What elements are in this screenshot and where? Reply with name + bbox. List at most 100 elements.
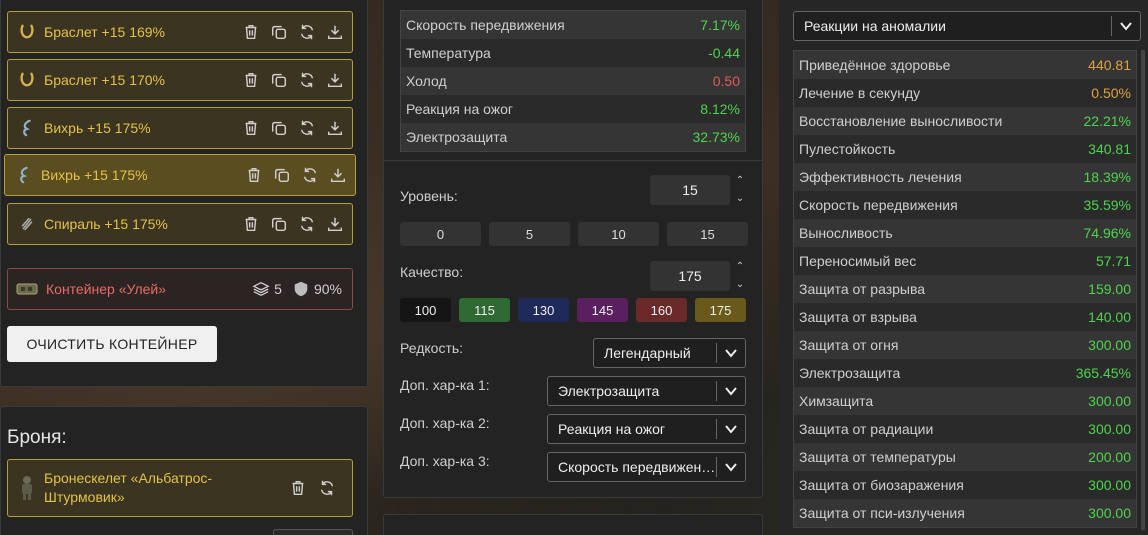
summary-value: 140.00 [1088,309,1131,325]
artifact-item[interactable]: Вихрь +15 175% [4,154,356,196]
armor-extra-input[interactable] [273,529,353,535]
quality-stepper[interactable]: ⌃ ⌄ [734,261,746,291]
level-label: Уровень: [400,188,458,204]
refresh-icon[interactable] [297,215,316,234]
refresh-icon[interactable] [297,23,316,42]
summary-stats-table: Приведённое здоровье 440.81 Лечение в секу… [793,50,1137,528]
summary-label: Переносимый вес [799,253,917,269]
rarity-select[interactable]: Легендарный [593,338,746,368]
summary-row: Лечение в секунду 0.50% [794,79,1136,107]
extra3-value: Скорость передвижения [558,459,716,475]
summary-label: Лечение в секунду [799,85,921,101]
copy-icon[interactable] [269,71,288,90]
chevron-down-icon [1112,19,1140,33]
level-stepper[interactable]: ⌃ ⌄ [734,175,746,205]
summary-row: Защита от биозаражения 300.00 [794,471,1136,499]
artifact-item[interactable]: Браслет +15 169% [7,11,353,53]
level-preset-button[interactable]: 15 [667,222,748,246]
trash-icon[interactable] [241,119,260,138]
refresh-icon[interactable] [317,479,336,498]
quality-preset-button[interactable]: 100 [400,298,451,322]
copy-icon[interactable] [269,215,288,234]
category-value: Реакции на аномалии [804,18,946,34]
trash-icon[interactable] [241,23,260,42]
download-icon[interactable] [328,166,347,185]
artifact-item[interactable]: Браслет +15 170% [7,59,353,101]
summary-value: 300.00 [1088,393,1131,409]
level-preset-button[interactable]: 5 [489,222,570,246]
artifact-item[interactable]: Вихрь +15 175% [7,107,353,149]
quality-preset-button[interactable]: 175 [695,298,746,322]
shield-icon [292,280,310,298]
quality-preset-button[interactable]: 145 [577,298,628,322]
level-preset-button[interactable]: 10 [578,222,659,246]
summary-row: Защита от разрыва 159.00 [794,275,1136,303]
rarity-label: Редкость: [400,340,464,356]
summary-row: Выносливость 74.96% [794,219,1136,247]
refresh-icon[interactable] [300,166,319,185]
copy-icon[interactable] [269,23,288,42]
refresh-icon[interactable] [297,119,316,138]
stat-label: Электрозащита [406,129,508,145]
download-icon[interactable] [325,23,344,42]
quality-input[interactable]: 175 [650,261,730,291]
artifact-actions [241,215,344,234]
extra2-select[interactable]: Реакция на ожог [547,414,746,444]
stat-value: 8.12% [700,101,740,117]
scrollbar[interactable] [1141,50,1145,530]
summary-label: Защита от взрыва [799,309,917,325]
chevron-up-icon[interactable]: ⌃ [736,175,744,187]
armor-item[interactable]: Бронескелет «Альбатрос-Штурмовик» [7,459,353,517]
chevron-up-icon[interactable]: ⌃ [736,261,744,273]
summary-row: Защита от огня 300.00 [794,331,1136,359]
summary-value: 159.00 [1088,281,1131,297]
divider [384,160,762,161]
level-input[interactable]: 15 [650,175,730,205]
summary-label: Защита от биозаражения [799,477,964,493]
summary-row: Скорость передвижения 35.59% [794,191,1136,219]
category-select[interactable]: Реакции на аномалии [793,11,1141,41]
download-icon[interactable] [325,71,344,90]
summary-row: Защита от взрыва 140.00 [794,303,1136,331]
clear-container-button[interactable]: ОЧИСТИТЬ КОНТЕЙНЕР [7,326,217,362]
summary-row: Эффективность лечения 18.39% [794,163,1136,191]
quality-preset-button[interactable]: 130 [518,298,569,322]
chevron-down-icon [717,422,745,436]
summary-value: 300.00 [1088,337,1131,353]
level-preset-button[interactable]: 0 [400,222,481,246]
artifact-name: Браслет +15 169% [44,24,165,40]
chevron-down-icon[interactable]: ⌄ [736,193,744,205]
quality-preset-button[interactable]: 160 [636,298,687,322]
trash-icon[interactable] [241,215,260,234]
container-slots: 5 [252,280,282,298]
trash-icon[interactable] [241,71,260,90]
download-icon[interactable] [325,119,344,138]
summary-row: Защита от пси-излучения 300.00 [794,499,1136,527]
artifact-name: Вихрь +15 175% [41,167,148,183]
armor-panel: Броня: Бронескелет «Альбатрос-Штурмовик»… [0,406,368,535]
copy-icon[interactable] [272,166,291,185]
spiral-icon [16,213,38,235]
extra1-select[interactable]: Электрозащита [547,376,746,406]
trash-icon[interactable] [288,479,307,498]
summary-label: Выносливость [799,225,893,241]
extra3-select[interactable]: Скорость передвижения [547,452,746,482]
refresh-icon[interactable] [297,71,316,90]
quality-preset-button[interactable]: 115 [459,298,510,322]
container-row[interactable]: Контейнер «Улей» 5 90% [7,268,353,310]
summary-label: Защита от температуры [799,449,956,465]
chevron-down-icon[interactable]: ⌄ [736,279,744,291]
summary-label: Восстановление выносливости [799,113,1003,129]
quality-presets: 100 115 130 145 160 175 [400,298,746,322]
extra2-label: Доп. хар-ка 2: [400,415,490,431]
trash-icon[interactable] [244,166,263,185]
summary-value: 340.81 [1088,141,1131,157]
download-icon[interactable] [325,215,344,234]
artifact-item[interactable]: Спираль +15 175% [7,203,353,245]
summary-label: Скорость передвижения [799,197,958,213]
copy-icon[interactable] [269,119,288,138]
summary-value: 0.50% [1091,85,1131,101]
extra1-label: Доп. хар-ка 1: [400,377,490,393]
artifacts-panel: Браслет +15 169% Браслет +15 170% Вихрь +1… [0,0,368,387]
extra1-value: Электрозащита [558,383,660,399]
